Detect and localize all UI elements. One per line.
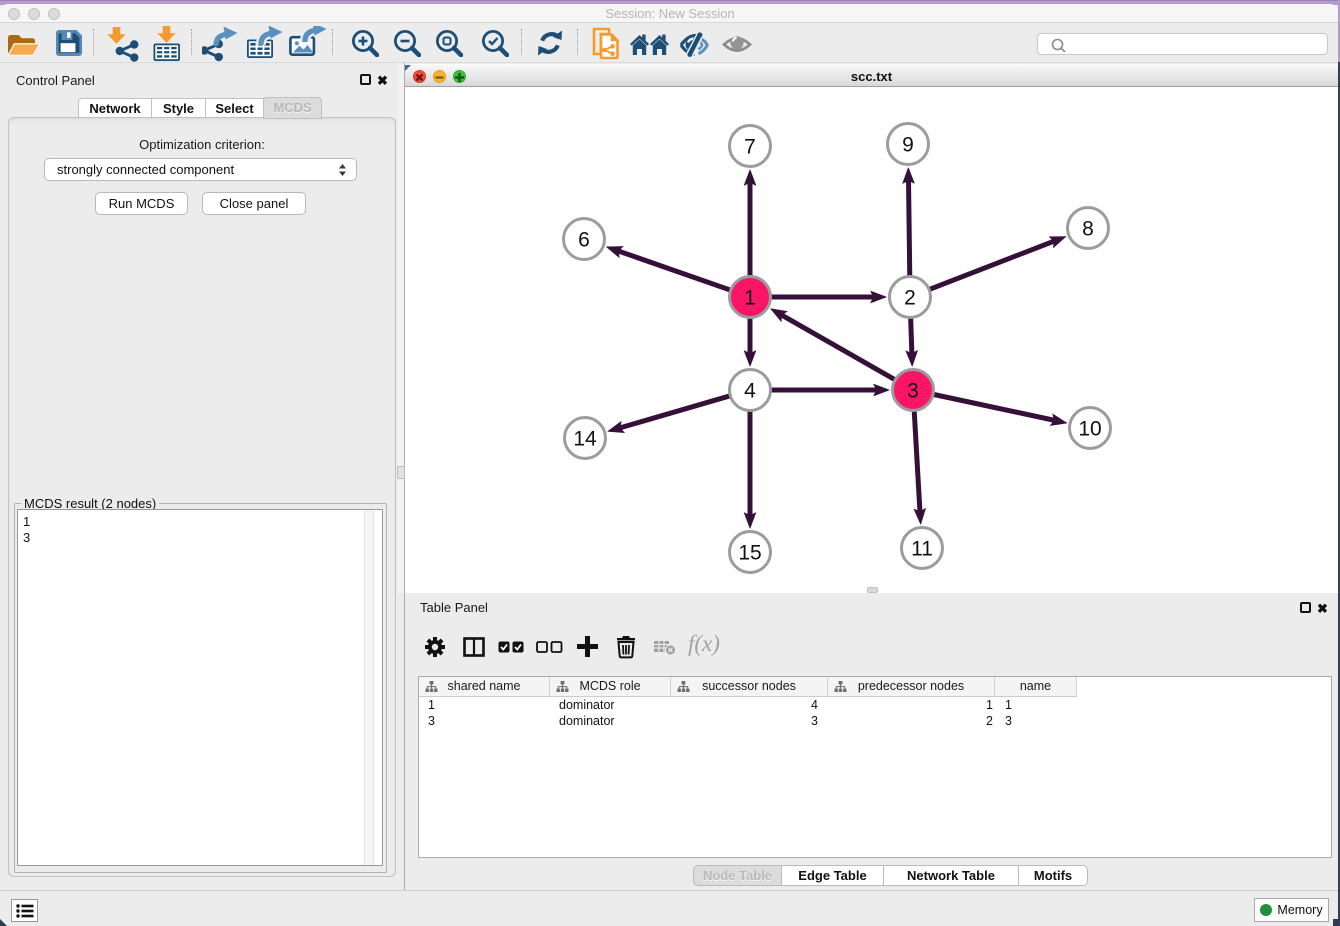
svg-text:8: 8: [1082, 218, 1094, 241]
svg-text:4: 4: [744, 380, 756, 403]
svg-text:14: 14: [573, 428, 597, 451]
svg-text:2: 2: [904, 287, 916, 310]
svg-text:15: 15: [738, 542, 761, 565]
svg-text:6: 6: [578, 229, 590, 252]
svg-text:3: 3: [907, 380, 919, 403]
svg-text:11: 11: [911, 538, 933, 561]
svg-text:7: 7: [744, 136, 756, 159]
svg-text:1: 1: [744, 287, 756, 310]
svg-text:10: 10: [1078, 418, 1101, 441]
svg-text:9: 9: [902, 134, 914, 157]
